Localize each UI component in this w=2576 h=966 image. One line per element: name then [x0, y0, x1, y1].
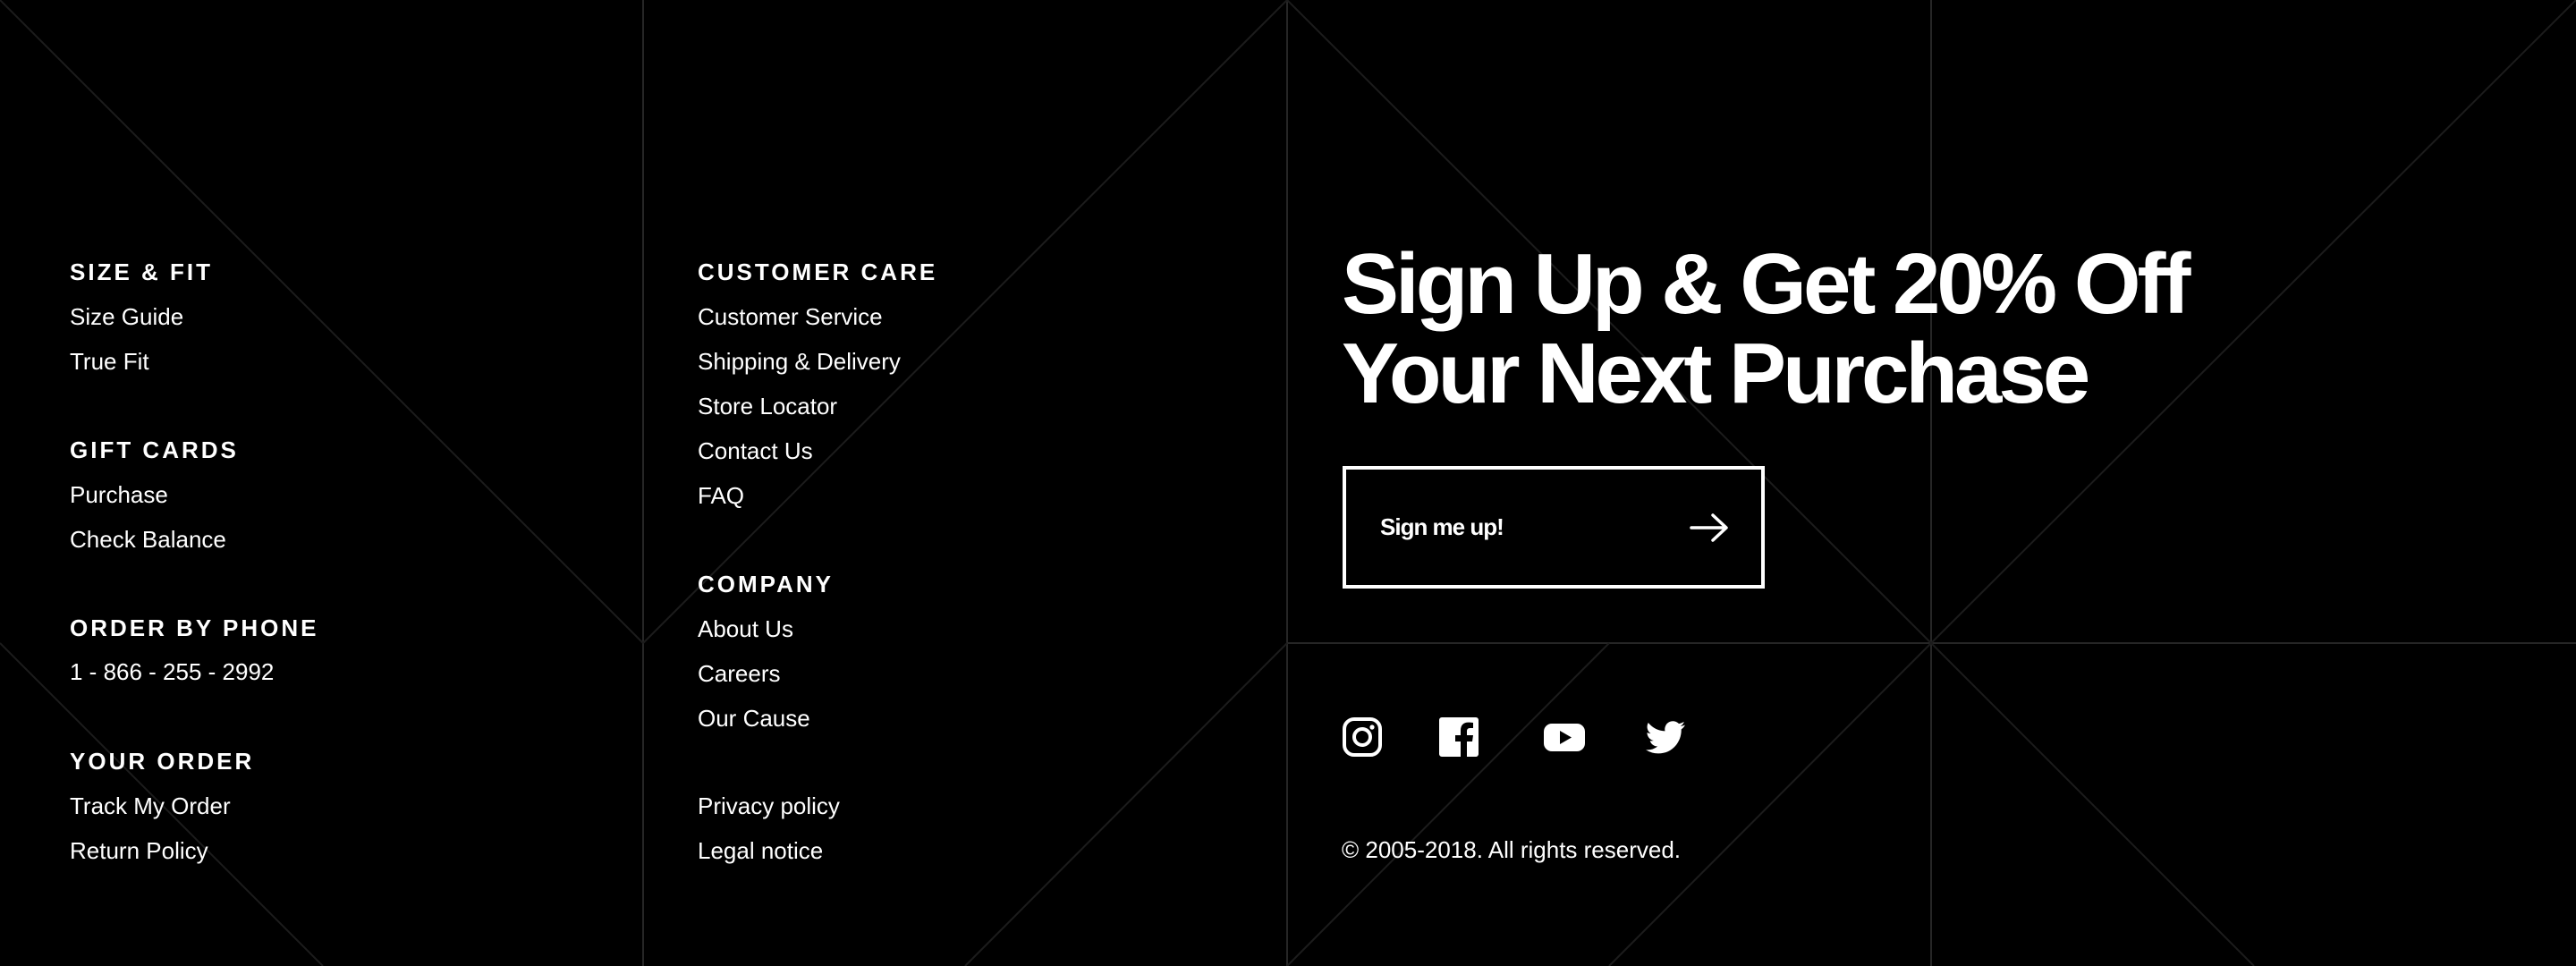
facebook-icon[interactable] — [1437, 716, 1480, 758]
sign-me-up-label: Sign me up! — [1380, 513, 1504, 540]
company-heading: COMPANY — [698, 571, 834, 597]
purchase-gift-card-link[interactable]: Purchase — [70, 481, 168, 508]
our-cause-link[interactable]: Our Cause — [698, 705, 810, 732]
copyright-text: © 2005-2018. All rights reserved. — [1342, 836, 1682, 863]
sign-me-up-button[interactable]: Sign me up! — [1343, 466, 1765, 589]
careers-link[interactable]: Careers — [698, 660, 780, 687]
arrow-right-icon — [1690, 513, 1728, 542]
privacy-policy-link[interactable]: Privacy policy — [698, 792, 840, 819]
shipping-delivery-link[interactable]: Shipping & Delivery — [698, 348, 901, 375]
gift-cards-heading: GIFT CARDS — [70, 436, 239, 463]
customer-care-heading: CUSTOMER CARE — [698, 258, 938, 285]
signup-title: Sign Up & Get 20% Off Your Next Purchase — [1342, 236, 2190, 421]
about-us-link[interactable]: About Us — [698, 615, 793, 642]
phone-number: 1 - 866 - 255 - 2992 — [70, 658, 275, 685]
instagram-icon[interactable] — [1341, 716, 1384, 758]
your-order-heading: YOUR ORDER — [70, 748, 255, 775]
true-fit-link[interactable]: True Fit — [70, 348, 149, 375]
store-locator-link[interactable]: Store Locator — [698, 393, 837, 419]
order-by-phone-heading: ORDER BY PHONE — [70, 614, 319, 641]
check-balance-link[interactable]: Check Balance — [70, 526, 226, 553]
track-order-link[interactable]: Track My Order — [70, 792, 231, 819]
size-fit-heading: SIZE & FIT — [70, 258, 213, 285]
contact-us-link[interactable]: Contact Us — [698, 437, 813, 464]
faq-link[interactable]: FAQ — [698, 482, 744, 509]
legal-notice-link[interactable]: Legal notice — [698, 837, 823, 864]
background-grid — [0, 0, 2576, 966]
signup-title-line-1: Sign Up & Get 20% Off — [1342, 236, 2190, 332]
signup-title-line-2: Your Next Purchase — [1342, 326, 2090, 421]
customer-service-link[interactable]: Customer Service — [698, 303, 883, 330]
size-guide-link[interactable]: Size Guide — [70, 303, 183, 330]
twitter-icon[interactable] — [1644, 716, 1687, 758]
return-policy-link[interactable]: Return Policy — [70, 837, 208, 864]
youtube-icon[interactable] — [1543, 716, 1586, 758]
